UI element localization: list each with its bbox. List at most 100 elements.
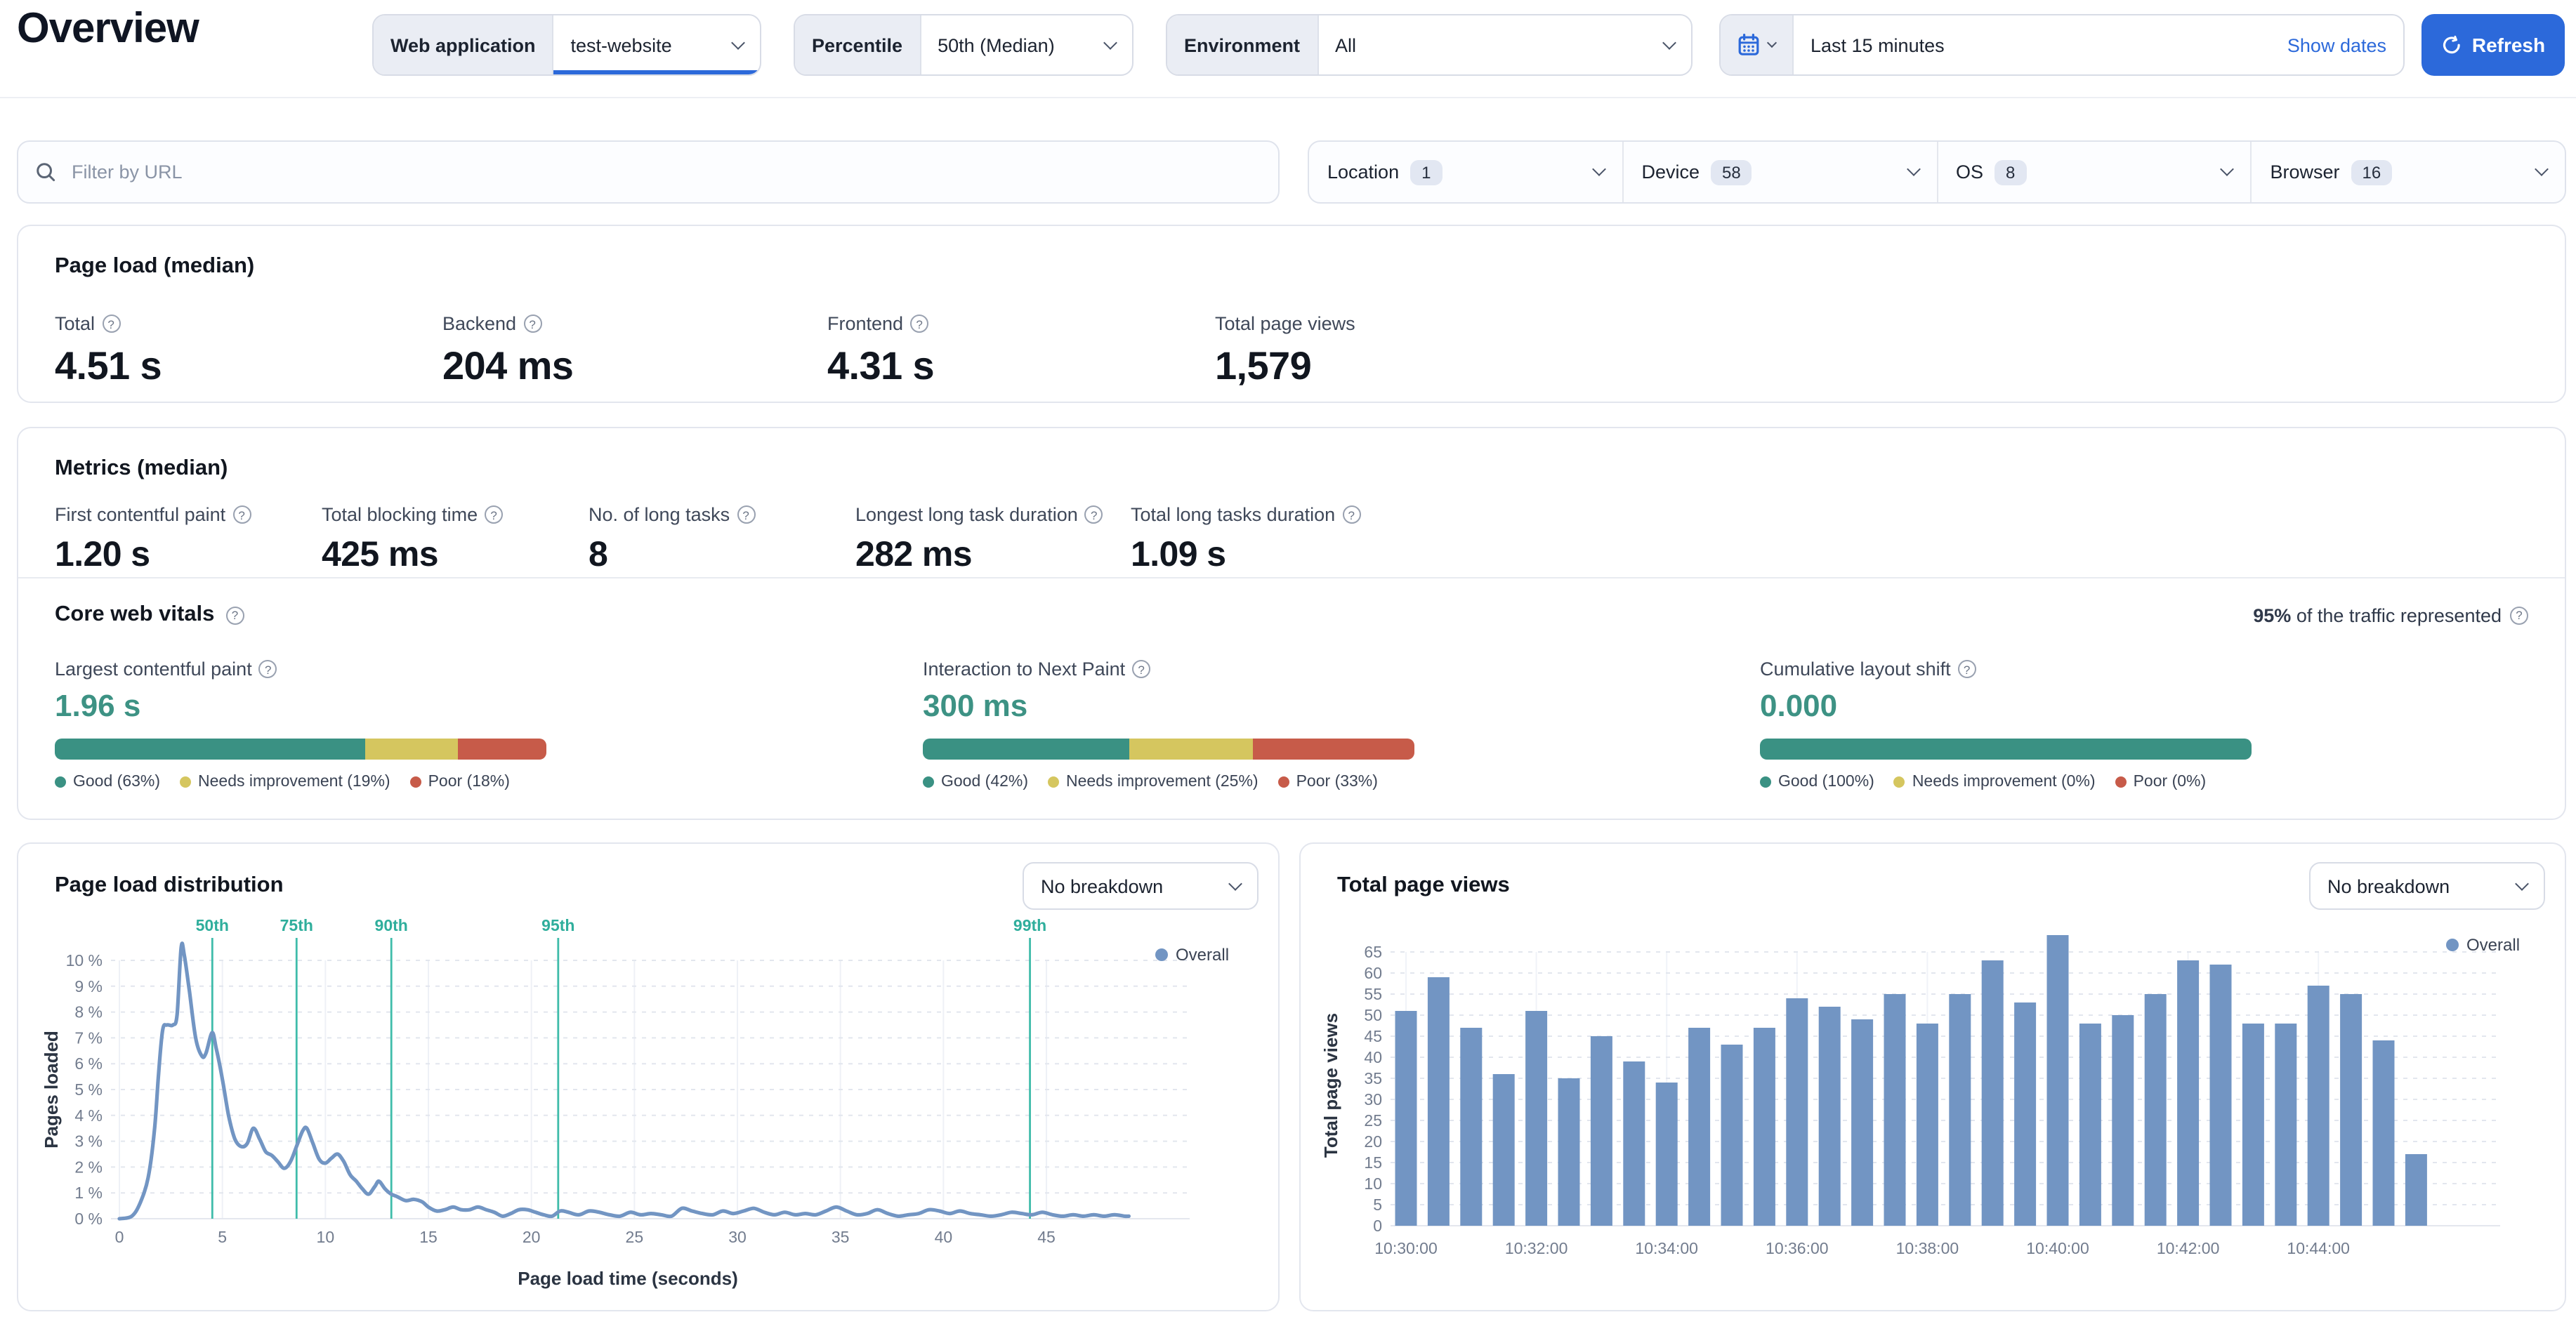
help-icon[interactable]: ?	[232, 505, 251, 524]
web-application-label: Web application	[374, 15, 554, 74]
svg-text:6 %: 6 %	[74, 1054, 103, 1073]
svg-text:10:40:00: 10:40:00	[2026, 1239, 2089, 1257]
svg-text:10:30:00: 10:30:00	[1374, 1239, 1438, 1257]
good-legend-dot	[55, 776, 66, 788]
page-load-distribution-title: Page load distribution	[55, 873, 284, 897]
svg-text:20: 20	[523, 1228, 541, 1246]
help-icon[interactable]: ?	[737, 505, 756, 524]
svg-text:25: 25	[626, 1228, 644, 1246]
environment-select[interactable]: Environment All	[1166, 14, 1693, 76]
show-dates-link[interactable]: Show dates	[2287, 34, 2386, 55]
help-icon[interactable]: ?	[1132, 660, 1151, 678]
poor-legend-dot	[1277, 776, 1289, 788]
traffic-represented-note: 95% of the traffic represented ?	[2253, 604, 2528, 626]
chevron-down-icon	[1906, 162, 1920, 176]
vital-lcp: Largest contentful paint? 1.96 s Good (6…	[55, 658, 560, 790]
svg-text:60: 60	[1364, 964, 1382, 982]
chevron-down-icon	[1103, 35, 1117, 49]
good-legend-dot	[923, 776, 934, 788]
vital-value: 0.000	[1760, 688, 1838, 723]
url-filter-input[interactable]	[69, 160, 1261, 184]
date-range-picker[interactable]: Last 15 minutes Show dates	[1719, 14, 2405, 76]
metric-total-long-tasks: Total long tasks duration? 1.09 s	[1131, 504, 1361, 576]
svg-text:50: 50	[1364, 1006, 1382, 1024]
help-icon[interactable]: ?	[1342, 505, 1361, 524]
metric-total: Total? 4.51 s	[55, 313, 162, 388]
facet-device[interactable]: Device 58	[1624, 142, 1938, 202]
svg-text:75th: 75th	[280, 916, 313, 934]
web-application-value: test-website	[570, 34, 672, 55]
svg-text:65: 65	[1364, 943, 1382, 961]
facet-label: Browser	[2270, 161, 2340, 183]
rum-overview-page: Overview Web application test-website Pe…	[0, 0, 2576, 1317]
metric-total-page-views: Total page views 1,579	[1215, 313, 1355, 388]
svg-text:3 %: 3 %	[74, 1132, 103, 1151]
facet-count-badge: 8	[1995, 159, 2027, 185]
svg-text:4 %: 4 %	[74, 1106, 103, 1125]
chevron-down-icon	[1228, 876, 1242, 890]
refresh-button[interactable]: Refresh	[2421, 14, 2565, 76]
metric-long-tasks: No. of long tasks? 8	[589, 504, 756, 576]
help-icon[interactable]: ?	[485, 505, 504, 524]
web-application-select[interactable]: Web application test-website	[372, 14, 761, 76]
chevron-down-icon	[1766, 37, 1777, 48]
svg-text:Page load time (seconds): Page load time (seconds)	[518, 1268, 738, 1289]
vital-inp: Interaction to Next Paint? 300 ms Good (…	[923, 658, 1428, 790]
help-icon[interactable]: ?	[102, 315, 121, 333]
svg-text:35: 35	[1364, 1069, 1382, 1087]
svg-text:15: 15	[1364, 1153, 1382, 1172]
svg-text:Total page views: Total page views	[1320, 1013, 1341, 1158]
svg-text:10:42:00: 10:42:00	[2157, 1239, 2220, 1257]
help-icon[interactable]: ?	[1957, 660, 1976, 678]
metric-value: 4.31 s	[827, 344, 935, 388]
help-icon[interactable]: ?	[225, 606, 244, 624]
breakdown-select[interactable]: No breakdown	[2309, 862, 2545, 910]
top-bar: Overview Web application test-website Pe…	[0, 0, 2576, 98]
help-icon[interactable]: ?	[910, 315, 929, 333]
needs-improvement-legend-dot	[180, 776, 192, 788]
help-icon[interactable]: ?	[2510, 606, 2528, 624]
svg-text:10:38:00: 10:38:00	[1896, 1239, 1959, 1257]
calendar-icon	[1738, 34, 1759, 55]
svg-text:0: 0	[1373, 1217, 1382, 1235]
facet-label: OS	[1956, 161, 1984, 183]
help-icon[interactable]: ?	[1084, 505, 1103, 524]
svg-text:8 %: 8 %	[74, 1003, 103, 1021]
chevron-down-icon	[2515, 876, 2529, 890]
svg-text:Overall: Overall	[1176, 946, 1229, 965]
percentile-select[interactable]: Percentile 50th (Median)	[794, 14, 1133, 76]
facet-count-badge: 58	[1711, 159, 1752, 185]
environment-value: All	[1335, 34, 1357, 55]
help-icon[interactable]: ?	[258, 660, 277, 678]
page-load-distribution-card: Page load distribution No breakdown 0 5 10…	[17, 842, 1280, 1311]
metric-backend: Backend? 204 ms	[442, 313, 574, 388]
svg-text:50th: 50th	[196, 916, 229, 934]
svg-text:10 %: 10 %	[66, 951, 103, 969]
svg-text:35: 35	[832, 1228, 850, 1246]
facet-location[interactable]: Location 1	[1309, 142, 1624, 202]
section-divider	[18, 577, 2565, 578]
page-title: Overview	[17, 6, 199, 52]
chevron-down-icon	[1662, 35, 1676, 49]
percentile-value: 50th (Median)	[938, 34, 1055, 55]
metric-value: 425 ms	[322, 535, 439, 574]
metric-value: 8	[589, 535, 608, 574]
svg-text:7 %: 7 %	[74, 1028, 103, 1047]
page-load-card-title: Page load (median)	[55, 254, 255, 278]
vital-distribution-bar	[923, 739, 1414, 760]
svg-text:10: 10	[1364, 1174, 1382, 1193]
breakdown-select[interactable]: No breakdown	[1023, 862, 1259, 910]
facet-browser[interactable]: Browser 16	[2252, 142, 2565, 202]
svg-text:10: 10	[317, 1228, 335, 1246]
environment-label: Environment	[1167, 15, 1319, 74]
date-range-value: Last 15 minutes	[1811, 34, 1945, 55]
facet-os[interactable]: OS 8	[1938, 142, 2252, 202]
svg-text:2 %: 2 %	[74, 1158, 103, 1176]
search-icon	[37, 163, 55, 182]
facet-count-badge: 1	[1410, 159, 1443, 185]
facet-label: Device	[1641, 161, 1700, 183]
svg-text:90th: 90th	[375, 916, 408, 934]
chevron-down-icon	[2535, 162, 2549, 176]
help-icon[interactable]: ?	[523, 315, 542, 333]
svg-text:30: 30	[728, 1228, 747, 1246]
